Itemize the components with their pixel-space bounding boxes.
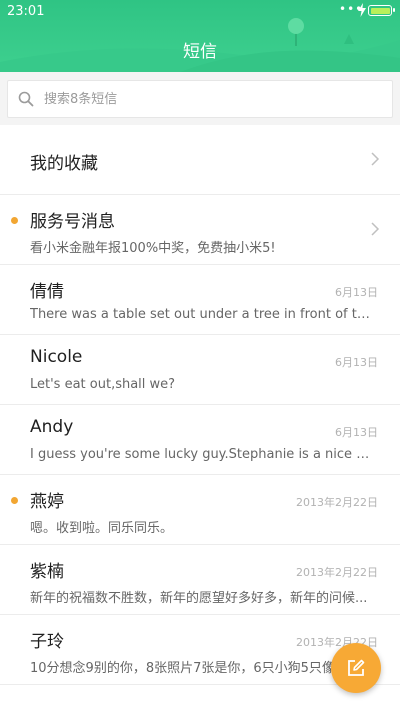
chevron-right-icon <box>371 152 380 166</box>
conversation-row[interactable]: 紫楠 2013年2月22日 新年的祝福数不胜数，新年的愿望好多好多，新年的问候.… <box>0 545 400 615</box>
conversation-row[interactable]: Andy 6月13日 I guess you're some lucky guy… <box>0 405 400 475</box>
chevron-right-icon <box>371 222 380 236</box>
conversation-preview: 嗯。收到啦。同乐同乐。 <box>30 521 174 536</box>
conversation-preview: I guess you're some lucky guy.Stephanie … <box>30 447 375 462</box>
favorites-label: 我的收藏 <box>30 154 98 174</box>
status-time: 23:01 <box>7 4 45 19</box>
conversation-row[interactable]: 燕婷 2013年2月22日 嗯。收到啦。同乐同乐。 <box>0 475 400 545</box>
conversation-date: 6月13日 <box>335 356 378 369</box>
search-input[interactable] <box>44 81 374 117</box>
conversation-name: 服务号消息 <box>30 212 115 232</box>
conversation-preview: There was a table set out under a tree i… <box>30 307 375 322</box>
conversation-name: 紫楠 <box>30 562 64 582</box>
charging-icon <box>358 3 366 17</box>
conversation-name: 子玲 <box>30 632 64 652</box>
conversation-name: Nicole <box>30 347 83 367</box>
unread-dot <box>11 217 18 224</box>
favorites-row[interactable]: 我的收藏 <box>0 125 400 195</box>
page-title: 短信 <box>183 42 217 62</box>
conversation-row[interactable]: 倩倩 6月13日 There was a table set out under… <box>0 265 400 335</box>
conversation-date: 6月13日 <box>335 286 378 299</box>
conversation-name: 倩倩 <box>30 282 64 302</box>
status-bar: 23:01 ••• <box>0 0 400 24</box>
conversation-preview: 新年的祝福数不胜数，新年的愿望好多好多，新年的问候... <box>30 591 368 606</box>
conversation-row-service[interactable]: 服务号消息 看小米金融年报100%中奖，免费抽小米5! <box>0 195 400 265</box>
conversation-preview: Let's eat out,shall we? <box>30 377 176 392</box>
conversation-name: 燕婷 <box>30 492 64 512</box>
compose-icon <box>348 659 365 676</box>
search-icon <box>18 91 34 107</box>
unread-dot <box>11 497 18 504</box>
search-bar[interactable] <box>7 80 393 118</box>
conversation-preview: 看小米金融年报100%中奖，免费抽小米5! <box>30 241 276 256</box>
conversation-date: 6月13日 <box>335 426 378 439</box>
app-header: 23:01 ••• 短信 <box>0 0 400 72</box>
conversation-row[interactable]: Nicole 6月13日 Let's eat out,shall we? <box>0 335 400 405</box>
conversation-date: 2013年2月22日 <box>296 496 378 509</box>
conversation-date: 2013年2月22日 <box>296 566 378 579</box>
battery-icon <box>368 5 395 16</box>
conversation-name: Andy <box>30 417 74 437</box>
compose-button[interactable] <box>331 643 381 693</box>
conversation-preview: 10分想念9别的你，8张照片7张是你，6只小狗5只像你... <box>30 661 361 676</box>
conversation-list: 我的收藏 服务号消息 看小米金融年报100%中奖，免费抽小米5! 倩倩 6月13… <box>0 125 400 711</box>
